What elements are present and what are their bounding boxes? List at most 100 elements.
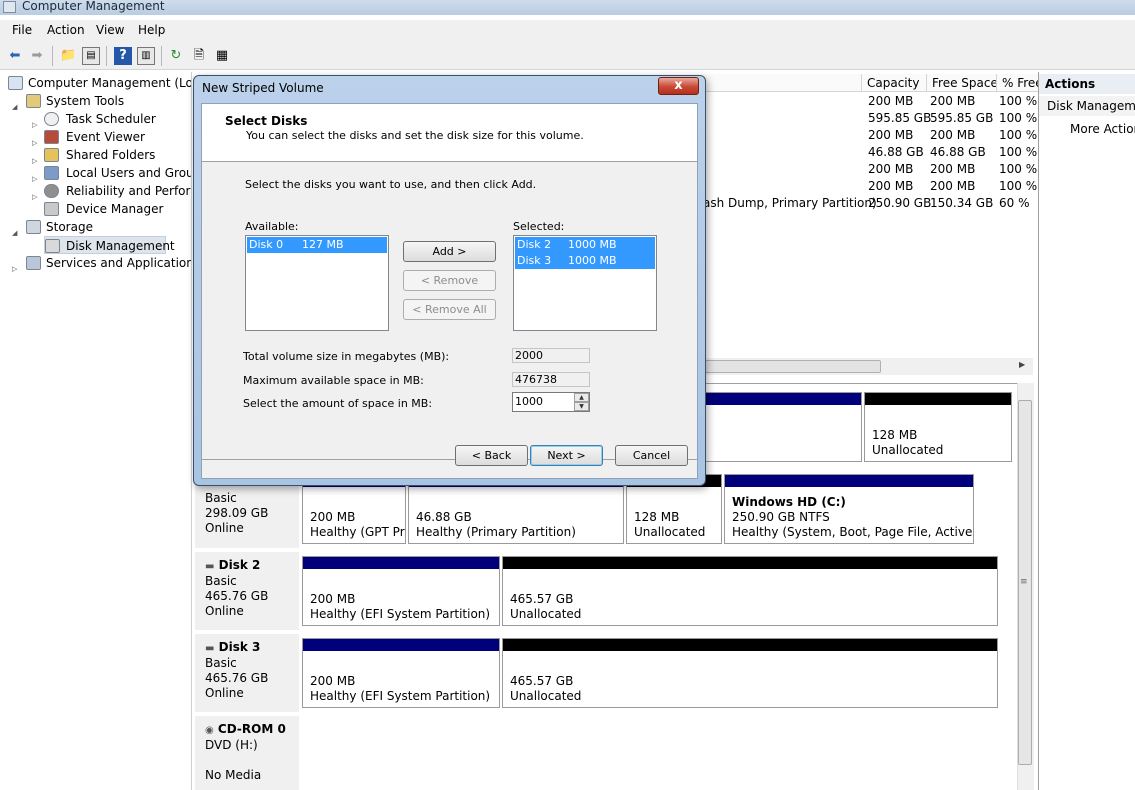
properties-pane-icon[interactable]: ▥ [137,47,155,65]
available-disk-item[interactable]: Disk 0 127 MB [247,237,387,253]
event-viewer-icon [44,130,59,144]
properties-icon[interactable]: 🗎 [190,47,208,65]
tree-item-disk-management[interactable]: Disk Management [44,236,175,254]
tree-item-shared-folders[interactable]: ▷ Shared Folders [32,146,191,165]
volume-percent-cell: 100 % [999,128,1038,142]
column-free-space[interactable]: Free Space [926,74,996,92]
dialog-title: New Striped Volume [202,81,324,95]
disk3-unallocated[interactable]: 465.57 GB Unallocated [502,638,998,708]
tree-item-storage[interactable]: ◢ Storage [12,218,191,237]
disk3-partition-efi[interactable]: 200 MB Healthy (EFI System Partition) [302,638,500,708]
device-manager-icon [44,202,59,216]
toolbar-separator [52,46,53,66]
disk3-info[interactable]: ▬ Disk 3 Basic 465.76 GB Online [195,634,299,712]
back-arrow-icon[interactable]: ⬅ [6,47,24,65]
volume-capacity-cell: 595.85 GB [868,111,932,125]
total-size-label: Total volume size in megabytes (MB): [243,350,450,363]
expanded-arrow-icon[interactable]: ◢ [12,98,17,116]
volume-capacity-cell: 200 MB [868,128,914,142]
volume-capacity-cell: 200 MB [868,179,914,193]
total-size-field: 2000 [512,348,590,363]
volume-layout-cell [703,161,860,178]
back-button[interactable]: < Back [455,445,528,466]
new-striped-volume-dialog: New Striped Volume x Select Disks You ca… [193,75,706,486]
unallocated-bar [503,557,997,569]
up-folder-icon[interactable]: 📁 [59,47,77,65]
tree-item-task-scheduler[interactable]: ▷ Task Scheduler [32,110,191,129]
more-actions-link[interactable]: More Action [1070,122,1135,136]
amount-label: Select the amount of space in MB: [243,397,433,410]
tree-item-event-viewer[interactable]: ▷ Event Viewer [32,128,191,147]
volume-layout-cell: ash Dump, Primary Partition) [703,196,877,210]
horizontal-scroll-thumb[interactable] [703,360,881,373]
volume-percent-cell: 100 % [999,111,1038,125]
scroll-right-arrow-icon[interactable]: ▶ [1019,360,1025,369]
tree-item-system-tools[interactable]: ◢ System Tools [12,92,191,111]
clock-icon [44,112,59,126]
forward-arrow-icon[interactable]: ➡ [28,47,46,65]
volume-percent-cell: 100 % [999,94,1038,108]
cd-drive-icon: ◉ [205,725,214,736]
export-list-icon[interactable]: ▦ [213,47,231,65]
dialog-body: Select Disks You can select the disks an… [201,103,698,479]
remove-button[interactable]: < Remove [403,270,496,291]
column-percent-free[interactable]: % Free [996,74,1038,92]
partition-bar [303,557,499,569]
column-capacity[interactable]: Capacity [861,74,926,92]
tree-item-local-users[interactable]: ▷ Local Users and Groups [32,164,191,183]
disk0-partition[interactable] [702,392,862,462]
cdrom-info[interactable]: ◉ CD-ROM 0 DVD (H:) No Media [195,716,299,790]
volume-layout-cell [703,144,860,161]
wizard-subheading: You can select the disks and set the dis… [246,129,584,142]
show-hide-tree-icon[interactable]: ▤ [82,47,100,65]
volume-free-cell: 595.85 GB [930,111,994,125]
refresh-icon[interactable]: ↻ [167,47,185,65]
toolbar: ⬅ ➡ 📁 ▤ ? ▥ ↻ 🗎 ▦ [0,42,1135,70]
available-disks-list[interactable]: Disk 0 127 MB [245,235,389,331]
actions-section-disk-management[interactable]: Disk Managemer [1039,96,1135,116]
max-space-field: 476738 [512,372,590,387]
remove-all-button[interactable]: < Remove All [403,299,496,320]
volume-capacity-cell: 46.88 GB [868,145,924,159]
volume-free-cell: 150.34 GB [930,196,994,210]
spin-down-icon[interactable]: ▼ [574,402,589,411]
spin-up-icon[interactable]: ▲ [574,393,589,402]
tree-item-device-manager[interactable]: Device Manager [32,200,191,218]
tree-item-reliability[interactable]: ▷ Reliability and Performa [32,182,191,201]
volume-percent-cell: 100 % [999,145,1038,159]
disk1-partition-windows[interactable]: Windows HD (C:) 250.90 GB NTFS Healthy (… [724,474,974,544]
unallocated-bar [865,393,1011,405]
collapsed-arrow-icon[interactable]: ▷ [12,260,17,278]
selected-disks-list[interactable]: Disk 2 1000 MB Disk 3 1000 MB [513,235,657,331]
disk2-unallocated[interactable]: 465.57 GB Unallocated [502,556,998,626]
volume-layout-cell [703,93,860,110]
cancel-button[interactable]: Cancel [615,445,688,466]
title-bar: Computer Management [0,0,1135,15]
partition-bar [703,393,861,405]
selected-disk-item[interactable]: Disk 3 1000 MB [515,253,655,269]
expanded-arrow-icon[interactable]: ◢ [12,224,17,242]
disk2-partition-efi[interactable]: 200 MB Healthy (EFI System Partition) [302,556,500,626]
tree-item-services[interactable]: ▷ Services and Applications [12,254,191,273]
volume-percent-cell: 100 % [999,179,1038,193]
volume-capacity-cell: 250.90 GB [868,196,932,210]
add-button[interactable]: Add > [403,241,496,262]
tree-item-computer-management[interactable]: Computer Management (Local [8,74,191,92]
partition-bar [725,475,973,487]
dialog-close-button[interactable]: x [658,77,699,95]
menu-file[interactable]: File [12,23,32,37]
volume-layout-cell [703,127,860,144]
amount-value: 1000 [515,395,543,408]
menu-action[interactable]: Action [47,23,85,37]
next-button[interactable]: Next > [530,445,603,466]
disk0-unallocated[interactable]: 128 MB Unallocated [864,392,1012,462]
disk2-info[interactable]: ▬ Disk 2 Basic 465.76 GB Online [195,552,299,630]
menu-view[interactable]: View [96,23,124,37]
tools-icon [26,94,41,108]
computer-management-icon [3,1,16,13]
menu-help[interactable]: Help [138,23,165,37]
selected-disk-item[interactable]: Disk 2 1000 MB [515,237,655,253]
help-icon[interactable]: ? [114,47,132,65]
volume-percent-cell: 100 % [999,162,1038,176]
console-tree: Computer Management (Local ◢ System Tool… [0,72,192,790]
